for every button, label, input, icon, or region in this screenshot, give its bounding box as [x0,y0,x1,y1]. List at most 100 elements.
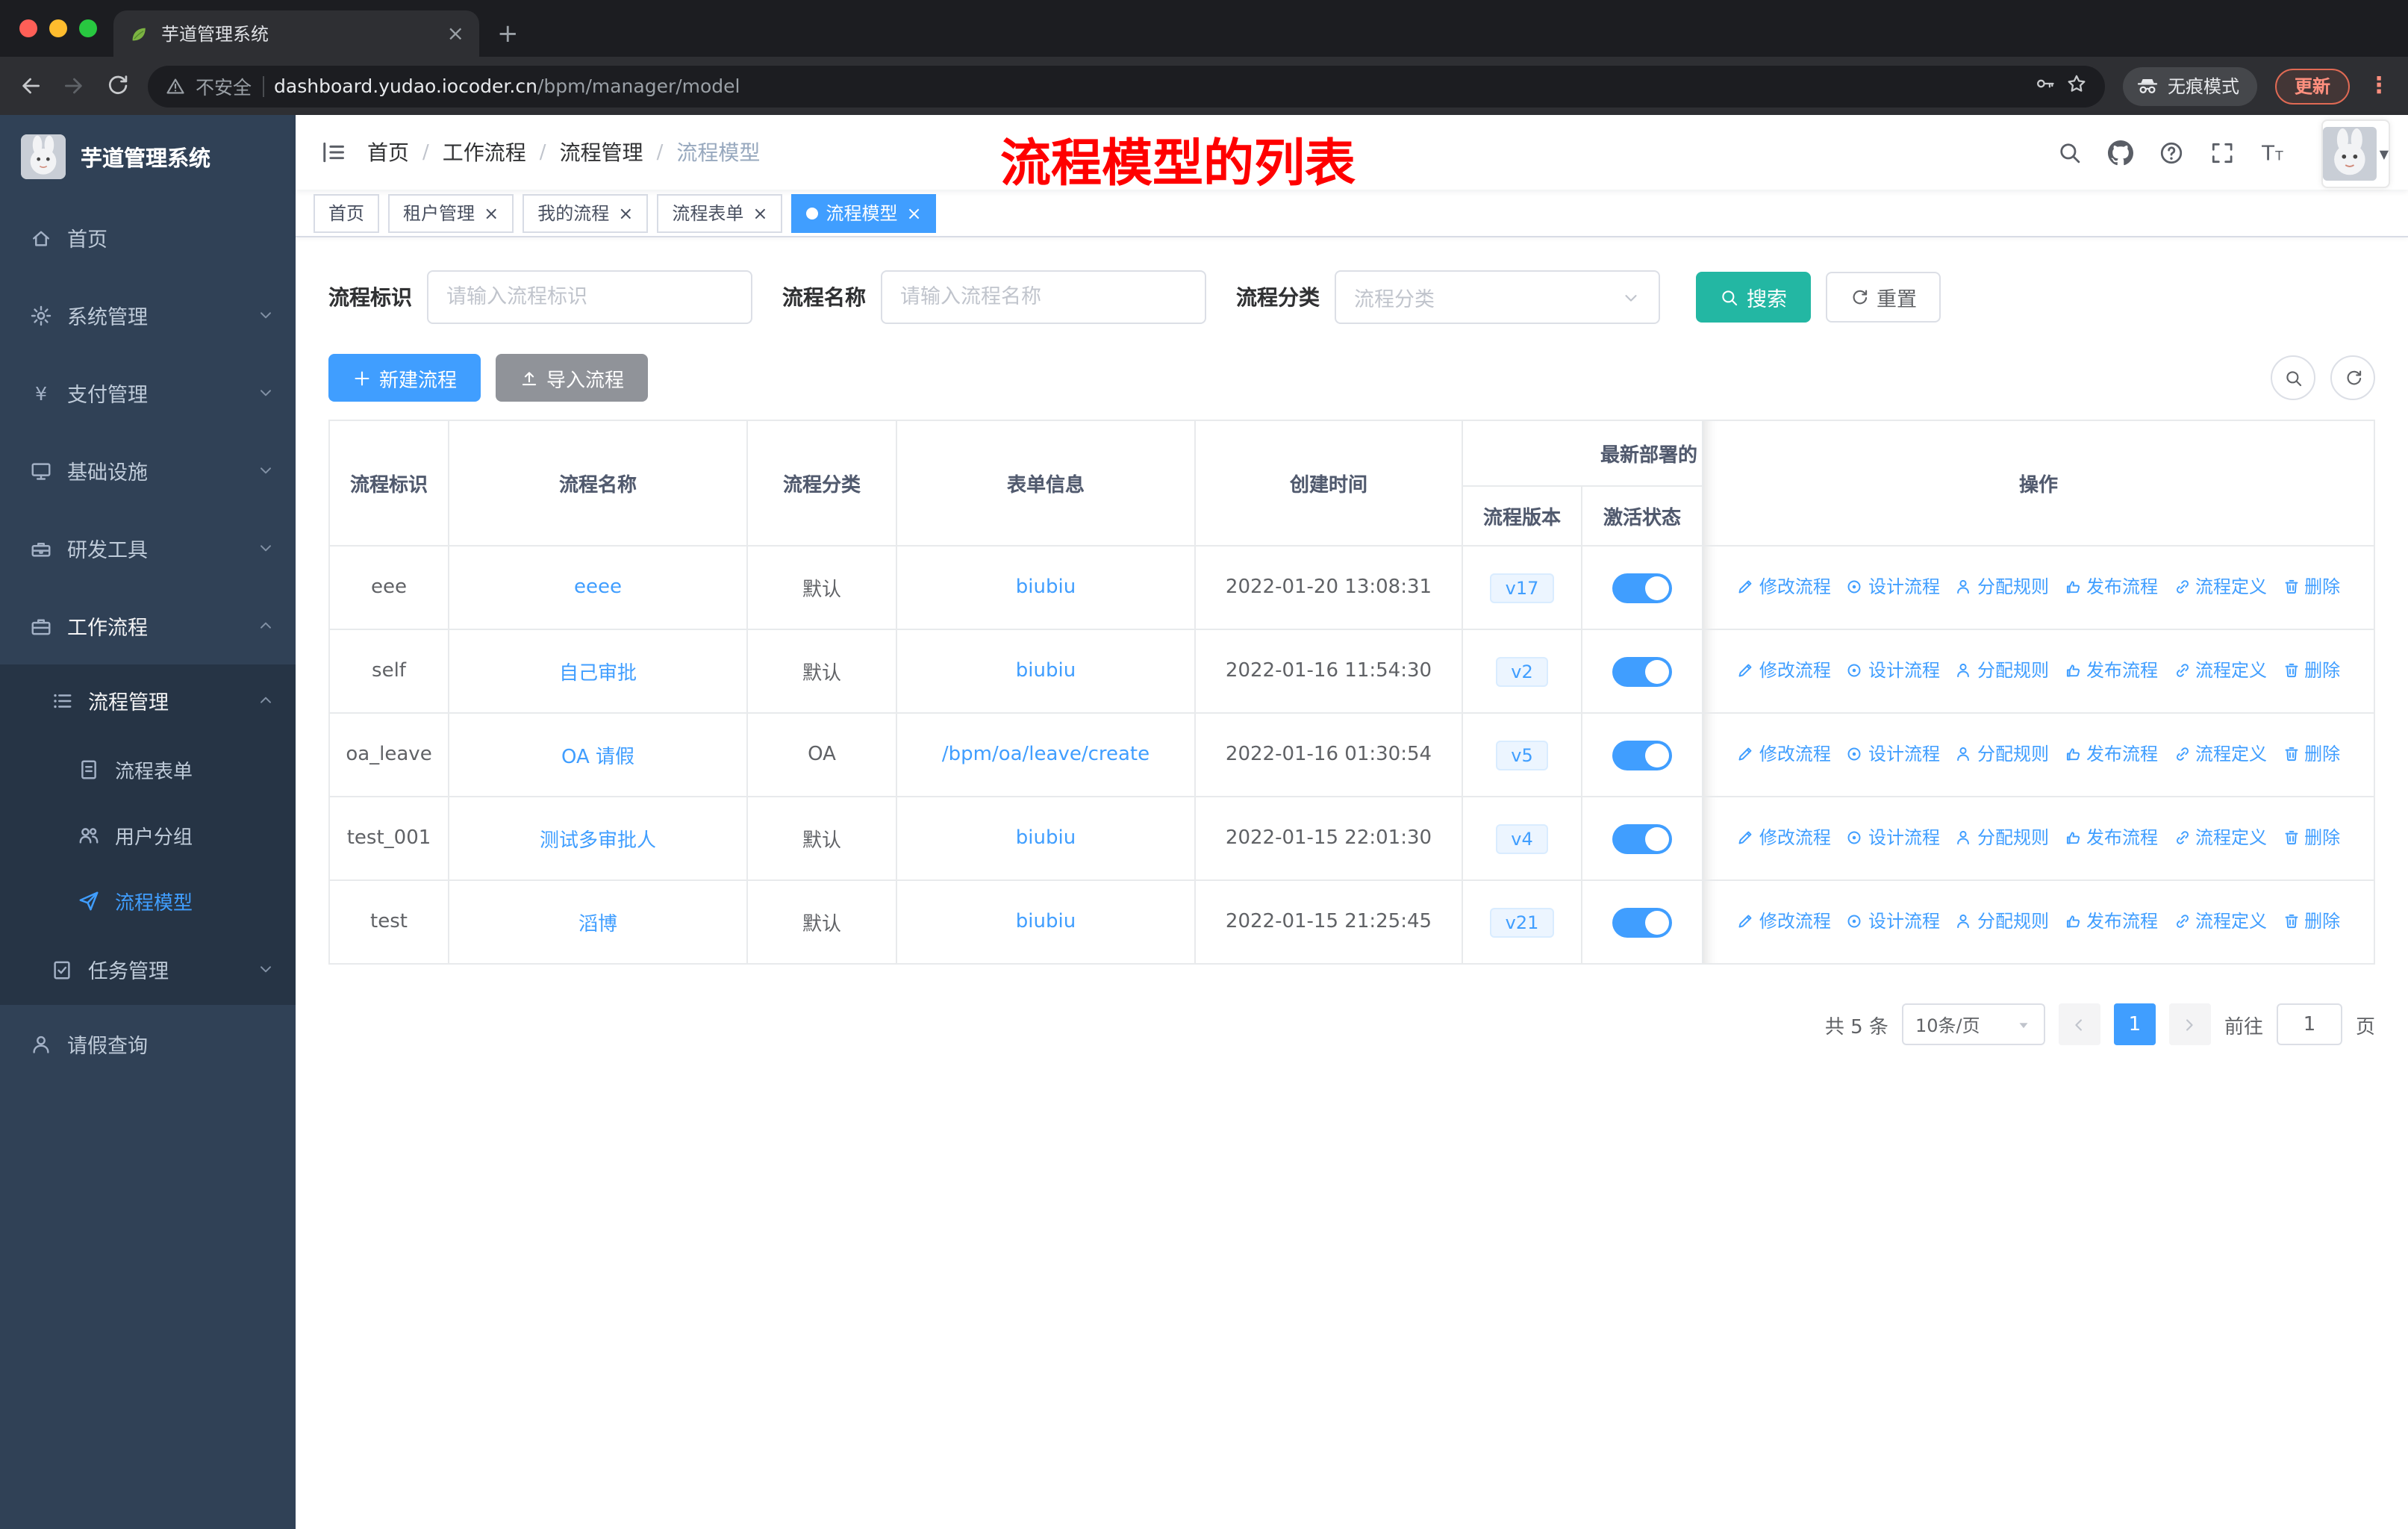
zoom-window-button[interactable] [79,19,97,37]
prev-page-button[interactable] [2058,1003,2100,1045]
sidebar-item-process-manage[interactable]: 流程管理 [0,664,296,736]
version-badge[interactable]: v4 [1496,823,1548,853]
back-button[interactable] [18,73,43,99]
active-status-toggle[interactable] [1612,907,1672,937]
op-publish-link[interactable]: 发布流程 [2064,658,2158,683]
op-edit-link[interactable]: 修改流程 [1737,909,1831,934]
tag-item[interactable]: 租户管理 × [388,193,514,232]
search-button[interactable]: 搜索 [1696,272,1811,323]
tag-close-icon[interactable]: × [484,204,499,222]
process-name-link[interactable]: 滔博 [578,914,617,936]
create-process-button[interactable]: 新建流程 [328,354,481,402]
op-definition-link[interactable]: 流程定义 [2173,574,2267,600]
tag-item[interactable]: 流程表单 × [657,193,783,232]
form-info-link[interactable]: biubiu [1016,576,1076,599]
sidebar-item-process-model[interactable]: 流程模型 [0,868,296,933]
page-number-button[interactable]: 1 [2113,1003,2156,1045]
op-design-link[interactable]: 设计流程 [1846,909,1940,934]
sidebar-item-user-group[interactable]: 用户分组 [0,802,296,868]
tab-close-icon[interactable]: × [447,23,464,44]
process-name-input[interactable] [881,270,1206,324]
category-select[interactable]: 流程分类 [1335,270,1660,324]
version-badge[interactable]: v2 [1496,656,1548,686]
goto-page-input[interactable] [2276,1003,2342,1045]
op-delete-link[interactable]: 删除 [2282,574,2340,600]
forward-button[interactable] [61,73,87,99]
op-delete-link[interactable]: 删除 [2282,825,2340,850]
form-info-link[interactable]: biubiu [1016,827,1076,850]
op-definition-link[interactable]: 流程定义 [2173,658,2267,683]
tag-close-icon[interactable]: × [752,204,767,222]
font-size-button[interactable]: TT [2260,140,2286,165]
sidebar-toggle-button[interactable] [319,139,346,166]
help-button[interactable] [2159,140,2184,165]
breadcrumb-item[interactable]: 首页 [367,137,409,167]
op-assign-link[interactable]: 分配规则 [1955,574,2049,600]
tag-close-icon[interactable]: × [618,204,633,222]
op-delete-link[interactable]: 删除 [2282,658,2340,683]
version-badge[interactable]: v17 [1490,573,1554,602]
new-tab-button[interactable]: + [497,22,519,48]
tag-item[interactable]: 流程模型 × [791,193,937,232]
op-design-link[interactable]: 设计流程 [1846,825,1940,850]
process-id-input[interactable] [427,270,752,324]
op-design-link[interactable]: 设计流程 [1846,658,1940,683]
process-name-link[interactable]: 自己审批 [559,663,637,685]
avatar[interactable]: ▼ [2321,119,2390,188]
tag-item[interactable]: 首页 [314,193,380,232]
bookmark-star-button[interactable] [2066,72,2087,99]
app-logo[interactable]: 芋道管理系统 [0,115,296,199]
sidebar-item-system[interactable]: 系统管理 [0,276,296,354]
close-window-button[interactable] [19,19,37,37]
process-name-link[interactable]: eeee [574,576,622,599]
breadcrumb-item[interactable]: 流程管理 [560,137,643,167]
op-edit-link[interactable]: 修改流程 [1737,741,1831,767]
page-size-select[interactable]: 10条/页 [1901,1003,2045,1045]
active-status-toggle[interactable] [1612,823,1672,853]
op-publish-link[interactable]: 发布流程 [2064,741,2158,767]
active-status-toggle[interactable] [1612,573,1672,602]
op-edit-link[interactable]: 修改流程 [1737,574,1831,600]
op-publish-link[interactable]: 发布流程 [2064,825,2158,850]
form-info-link[interactable]: biubiu [1016,660,1076,682]
op-edit-link[interactable]: 修改流程 [1737,658,1831,683]
tag-close-icon[interactable]: × [907,204,922,222]
header-search-button[interactable] [2057,140,2083,165]
op-assign-link[interactable]: 分配规则 [1955,909,2049,934]
op-edit-link[interactable]: 修改流程 [1737,825,1831,850]
fullscreen-button[interactable] [2209,140,2235,165]
reload-button[interactable] [105,73,130,99]
sidebar-item-leave-query[interactable]: 请假查询 [0,1005,296,1083]
breadcrumb-item[interactable]: 工作流程 [443,137,526,167]
process-name-link[interactable]: OA 请假 [561,747,634,769]
sidebar-item-devtools[interactable]: 研发工具 [0,509,296,587]
op-design-link[interactable]: 设计流程 [1846,574,1940,600]
op-design-link[interactable]: 设计流程 [1846,741,1940,767]
tag-item[interactable]: 我的流程 × [523,193,649,232]
import-process-button[interactable]: 导入流程 [496,354,649,402]
active-status-toggle[interactable] [1612,740,1672,770]
active-status-toggle[interactable] [1612,656,1672,686]
op-delete-link[interactable]: 删除 [2282,909,2340,934]
sidebar-item-task-manage[interactable]: 任务管理 [0,933,296,1005]
op-assign-link[interactable]: 分配规则 [1955,825,2049,850]
sidebar-item-payment[interactable]: ¥ 支付管理 [0,354,296,432]
op-assign-link[interactable]: 分配规则 [1955,741,2049,767]
refresh-table-button[interactable] [2330,355,2375,400]
reset-button[interactable]: 重置 [1826,272,1941,323]
op-assign-link[interactable]: 分配规则 [1955,658,2049,683]
op-definition-link[interactable]: 流程定义 [2173,825,2267,850]
github-link[interactable] [2108,140,2133,165]
op-publish-link[interactable]: 发布流程 [2064,574,2158,600]
op-definition-link[interactable]: 流程定义 [2173,909,2267,934]
address-bar[interactable]: 不安全 dashboard.yudao.iocoder.cn/bpm/manag… [148,65,2105,107]
form-info-link[interactable]: biubiu [1016,911,1076,933]
next-page-button[interactable] [2168,1003,2211,1045]
form-info-link[interactable]: /bpm/oa/leave/create [942,744,1150,766]
op-publish-link[interactable]: 发布流程 [2064,909,2158,934]
op-delete-link[interactable]: 删除 [2282,741,2340,767]
update-button[interactable]: 更新 [2274,68,2350,104]
version-badge[interactable]: v5 [1496,740,1548,770]
toggle-search-button[interactable] [2271,355,2315,400]
sidebar-item-workflow[interactable]: 工作流程 [0,587,296,664]
